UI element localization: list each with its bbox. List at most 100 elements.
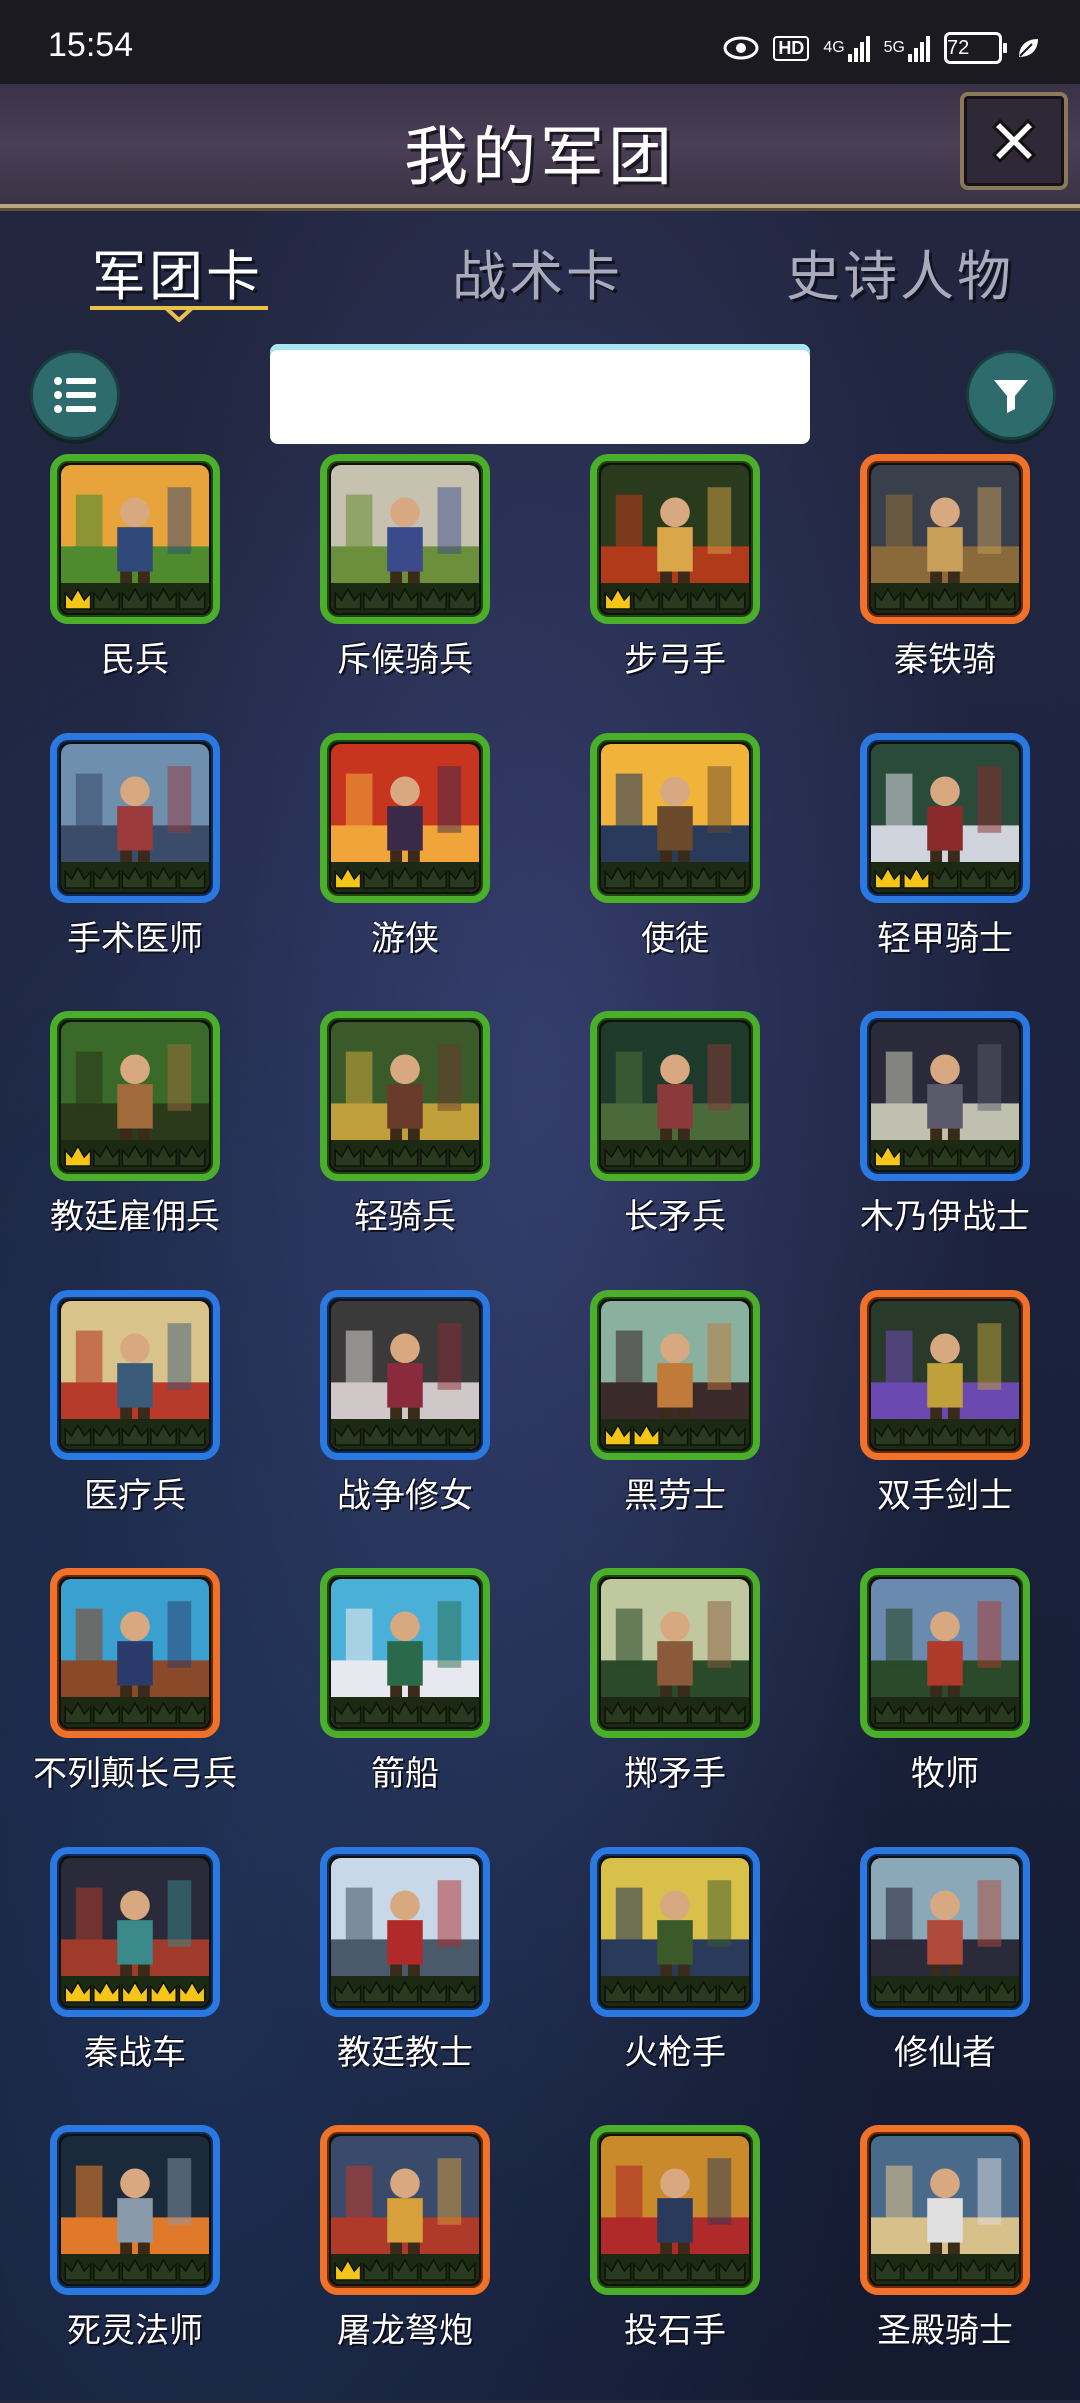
header-bar: 我的军团 — [0, 84, 1080, 208]
crown-icon — [874, 2258, 1016, 2281]
unit-card[interactable]: 修仙者 — [810, 1845, 1080, 2125]
card-frame-green — [320, 732, 490, 903]
status-bar: 15:54 HD 4G 5G 72 — [0, 0, 1080, 84]
unit-name: 教廷雇佣兵 — [50, 1197, 220, 1237]
unit-card[interactable]: 医疗兵 — [0, 1288, 270, 1568]
filter-button[interactable] — [966, 350, 1056, 440]
crown-icon — [604, 587, 746, 610]
crown-rank-bar — [871, 583, 1019, 613]
unit-name: 步弓手 — [624, 640, 726, 680]
crown-rank-bar — [601, 1418, 749, 1449]
card-frame-green — [860, 1568, 1030, 1738]
unit-card[interactable]: 木乃伊战士 — [810, 1009, 1080, 1289]
close-button[interactable] — [960, 92, 1068, 190]
crown-rank-bar — [331, 1140, 479, 1170]
unit-name: 火枪手 — [624, 2032, 726, 2073]
list-icon — [54, 377, 96, 413]
unit-name: 手术医师 — [67, 918, 203, 959]
unit-card[interactable]: 使徒 — [540, 731, 810, 1011]
crown-icon — [64, 1701, 206, 1724]
crown-icon — [64, 587, 206, 610]
card-frame-blue — [590, 1846, 760, 2017]
unit-card[interactable]: 秦战车 — [0, 1845, 270, 2125]
crown-icon — [874, 1979, 1016, 2003]
unit-card[interactable]: 双手剑士 — [810, 1288, 1080, 1568]
unit-card[interactable]: 不列颠长弓兵 — [0, 1566, 270, 1846]
crown-icon — [604, 865, 746, 889]
unit-card[interactable]: 长矛兵 — [540, 1009, 810, 1289]
unit-card[interactable]: 步弓手 — [540, 452, 810, 732]
unit-card[interactable]: 游侠 — [270, 731, 540, 1011]
crown-rank-bar — [331, 1975, 479, 2006]
crown-icon — [604, 1144, 746, 1167]
crown-rank-bar — [601, 1975, 749, 2006]
crown-icon — [874, 587, 1016, 610]
card-frame-blue — [50, 1846, 220, 2017]
search-input[interactable] — [270, 344, 810, 444]
page-title: 我的军团 — [404, 121, 676, 195]
crown-rank-bar — [871, 2254, 1019, 2284]
card-frame-blue — [320, 1846, 490, 2017]
tab-legion-cards[interactable]: 军团卡 — [92, 232, 263, 311]
crown-rank-bar — [331, 861, 479, 892]
crown-rank-bar — [331, 583, 479, 613]
unit-name: 轻骑兵 — [354, 1197, 456, 1237]
card-frame-green — [50, 1011, 220, 1181]
unit-card[interactable]: 箭船 — [270, 1566, 540, 1846]
crown-icon — [604, 2258, 746, 2281]
active-tab-indicator — [90, 306, 268, 322]
unit-card[interactable]: 战争修女 — [270, 1288, 540, 1568]
unit-name: 秦铁骑 — [894, 640, 996, 680]
unit-name: 使徒 — [641, 918, 709, 959]
crown-icon — [334, 587, 476, 610]
crown-rank-bar — [601, 2254, 749, 2284]
battery-icon: 72 — [944, 32, 1007, 64]
crown-icon — [64, 1422, 206, 1446]
net-type-4g: 4G — [823, 39, 845, 56]
crown-icon — [334, 1144, 476, 1167]
unit-card[interactable]: 民兵 — [0, 452, 270, 732]
crown-rank-bar — [61, 1418, 209, 1449]
unit-card[interactable]: 掷矛手 — [540, 1566, 810, 1846]
unit-card[interactable]: 教廷雇佣兵 — [0, 1009, 270, 1289]
list-view-button[interactable] — [30, 350, 120, 440]
unit-card[interactable]: 死灵法师 — [0, 2123, 270, 2403]
crown-rank-bar — [871, 1697, 1019, 1727]
signal-5g-icon: 5G — [884, 34, 930, 62]
net-type-5g: 5G — [883, 39, 905, 56]
crown-icon — [874, 1144, 1016, 1167]
unit-card[interactable]: 手术医师 — [0, 731, 270, 1011]
crown-icon — [334, 1701, 476, 1724]
crown-icon — [64, 1144, 206, 1167]
card-frame-orange — [860, 1289, 1030, 1460]
card-frame-blue — [860, 1846, 1030, 2017]
unit-card[interactable]: 黑劳士 — [540, 1288, 810, 1568]
unit-card[interactable]: 圣殿骑士 — [810, 2123, 1080, 2403]
card-frame-blue — [50, 2125, 220, 2295]
card-frame-blue — [860, 732, 1030, 903]
unit-name: 牧师 — [911, 1754, 979, 1794]
status-icons: HD 4G 5G 72 — [723, 30, 1040, 66]
card-frame-blue — [320, 1289, 490, 1460]
card-frame-green — [320, 454, 490, 624]
crown-rank-bar — [871, 1140, 1019, 1170]
unit-name: 秦战车 — [84, 2032, 186, 2073]
unit-card[interactable]: 火枪手 — [540, 1845, 810, 2125]
leaf-icon — [1016, 36, 1040, 60]
unit-card[interactable]: 轻骑兵 — [270, 1009, 540, 1289]
unit-card[interactable]: 斥候骑兵 — [270, 452, 540, 732]
card-frame-green — [590, 454, 760, 624]
unit-card[interactable]: 牧师 — [810, 1566, 1080, 1846]
unit-card[interactable]: 教廷教士 — [270, 1845, 540, 2125]
unit-card[interactable]: 轻甲骑士 — [810, 731, 1080, 1011]
unit-card[interactable]: 屠龙弩炮 — [270, 2123, 540, 2403]
unit-name: 游侠 — [371, 918, 439, 959]
crown-rank-bar — [61, 583, 209, 613]
tab-tactic-cards[interactable]: 战术卡 — [452, 232, 623, 311]
crown-rank-bar — [61, 861, 209, 892]
close-icon — [991, 118, 1037, 164]
unit-card[interactable]: 投石手 — [540, 2123, 810, 2403]
unit-card[interactable]: 秦铁骑 — [810, 452, 1080, 732]
tab-epic-characters[interactable]: 史诗人物 — [786, 232, 1014, 311]
crown-icon — [334, 1422, 476, 1446]
